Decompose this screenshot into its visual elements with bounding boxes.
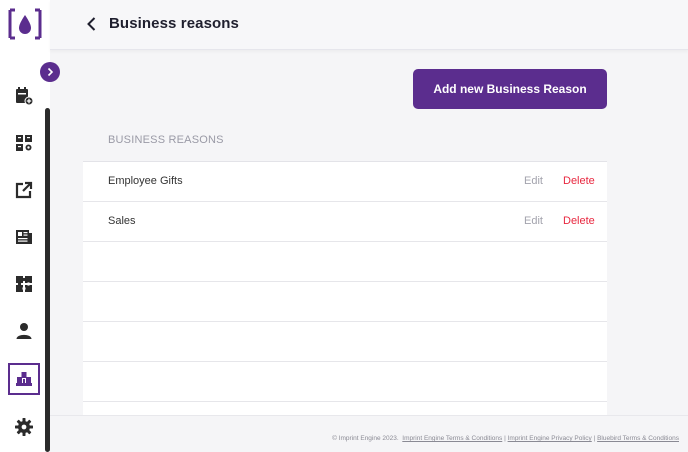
external-link-icon [15, 181, 33, 199]
table-row: Employee Gifts Edit Delete [83, 162, 607, 202]
edit-button[interactable]: Edit [524, 215, 543, 227]
chevron-right-icon [47, 67, 54, 77]
sidebar-item-boxes[interactable] [8, 127, 40, 159]
table-row: Sales Edit Delete [83, 202, 607, 242]
footer-privacy-link[interactable]: Imprint Engine Privacy Policy [508, 435, 592, 442]
section-label: BUSINESS REASONS [108, 134, 224, 146]
empty-row [83, 242, 607, 282]
sidebar [0, 0, 60, 452]
delete-button[interactable]: Delete [563, 215, 595, 227]
footer-separator: | [504, 435, 506, 442]
sidebar-item-warehouse[interactable] [8, 363, 40, 395]
row-name: Employee Gifts [108, 175, 183, 187]
sidebar-item-users[interactable] [8, 315, 40, 347]
sidebar-expand-button[interactable] [40, 62, 60, 82]
footer-bluebird-link[interactable]: Bluebird Terms & Conditions [597, 435, 679, 442]
footer-text: © Imprint Engine 2023. Imprint Engine Te… [332, 435, 679, 442]
logo-icon[interactable] [8, 8, 42, 40]
newspaper-icon [16, 230, 32, 244]
footer-separator: | [593, 435, 596, 442]
empty-row [83, 362, 607, 402]
empty-row [83, 282, 607, 322]
add-business-reason-button[interactable]: Add new Business Reason [413, 69, 607, 109]
edit-button[interactable]: Edit [524, 175, 543, 187]
delete-button[interactable]: Delete [563, 175, 595, 187]
grid-boxes-icon [16, 135, 32, 151]
user-icon [16, 323, 32, 339]
sidebar-item-external[interactable] [8, 174, 40, 206]
sidebar-item-news[interactable] [8, 221, 40, 253]
footer-terms-link[interactable]: Imprint Engine Terms & Conditions [402, 435, 502, 442]
sidebar-item-settings[interactable] [8, 411, 40, 443]
empty-row [83, 322, 607, 362]
top-bar: Business reasons [50, 0, 688, 50]
calendar-plus-icon [16, 87, 34, 106]
empty-row [83, 402, 607, 415]
sidebar-scrollbar[interactable] [45, 108, 50, 452]
puzzle-icon [16, 276, 32, 292]
sidebar-item-integrations[interactable] [8, 268, 40, 300]
footer: © Imprint Engine 2023. Imprint Engine Te… [50, 415, 688, 452]
sidebar-item-calendar[interactable] [8, 80, 40, 112]
page-title: Business reasons [109, 15, 239, 32]
footer-copyright: © Imprint Engine 2023. [332, 435, 399, 442]
back-arrow-icon[interactable] [84, 14, 100, 34]
warehouse-icon [16, 372, 32, 386]
row-name: Sales [108, 215, 136, 227]
business-reasons-table: Employee Gifts Edit Delete Sales Edit De… [83, 161, 607, 415]
gear-icon [15, 418, 33, 436]
